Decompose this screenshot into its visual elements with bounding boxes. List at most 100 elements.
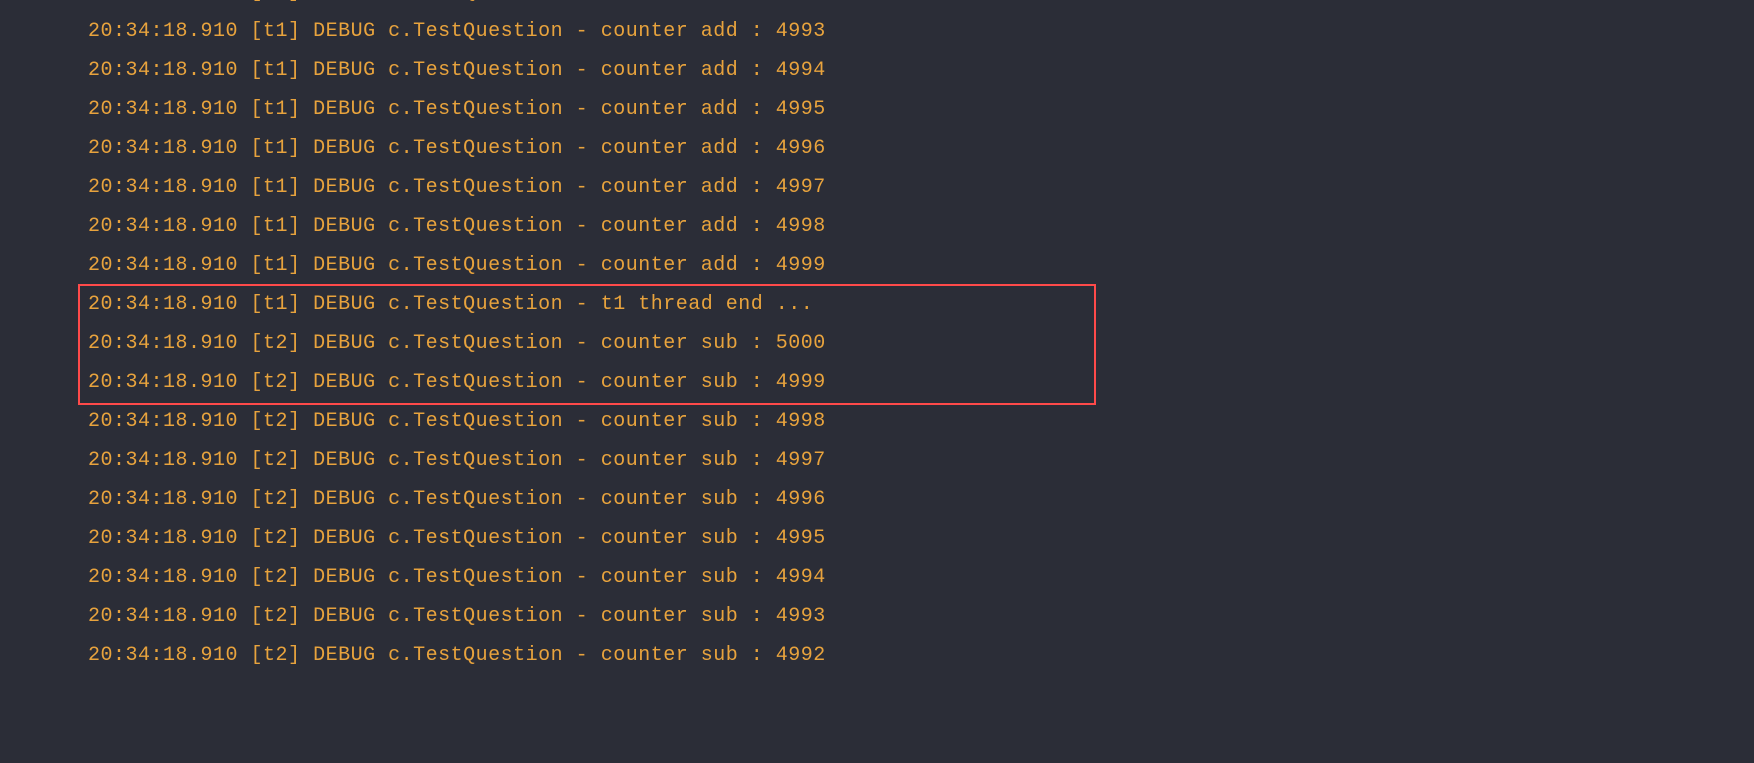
log-timestamp: 20:34:18.910 bbox=[88, 59, 238, 82]
log-level: DEBUG bbox=[313, 137, 376, 160]
log-timestamp: 20:34:18.910 bbox=[88, 0, 238, 4]
log-thread: [t1] bbox=[251, 59, 301, 82]
log-separator: - bbox=[576, 137, 589, 160]
log-separator: - bbox=[576, 371, 589, 394]
log-message: counter add : 4997 bbox=[601, 176, 826, 199]
log-thread: [t2] bbox=[251, 449, 301, 472]
log-logger: c.TestQuestion bbox=[388, 449, 563, 472]
log-line: 20:34:18.910 [t1] DEBUG c.TestQuestion -… bbox=[88, 129, 1754, 168]
log-thread: [t1] bbox=[251, 293, 301, 316]
log-timestamp: 20:34:18.910 bbox=[88, 527, 238, 550]
log-timestamp: 20:34:18.910 bbox=[88, 644, 238, 667]
log-line: 20:34:18.910 [t1] DEBUG c.TestQuestion -… bbox=[88, 207, 1754, 246]
log-logger: c.TestQuestion bbox=[388, 254, 563, 277]
log-logger: c.TestQuestion bbox=[388, 605, 563, 628]
log-thread: [t2] bbox=[251, 371, 301, 394]
log-message: counter add : 4999 bbox=[601, 254, 826, 277]
log-level: DEBUG bbox=[313, 293, 376, 316]
log-message: counter add : 4992 bbox=[601, 0, 826, 4]
log-level: DEBUG bbox=[313, 215, 376, 238]
log-separator: - bbox=[576, 410, 589, 433]
log-timestamp: 20:34:18.910 bbox=[88, 254, 238, 277]
log-line: 20:34:18.910 [t1] DEBUG c.TestQuestion -… bbox=[88, 0, 1754, 12]
log-logger: c.TestQuestion bbox=[388, 527, 563, 550]
log-timestamp: 20:34:18.910 bbox=[88, 20, 238, 43]
log-level: DEBUG bbox=[313, 176, 376, 199]
log-thread: [t2] bbox=[251, 332, 301, 355]
log-separator: - bbox=[576, 293, 589, 316]
log-separator: - bbox=[576, 176, 589, 199]
log-separator: - bbox=[576, 20, 589, 43]
log-level: DEBUG bbox=[313, 605, 376, 628]
log-level: DEBUG bbox=[313, 644, 376, 667]
log-message: counter sub : 4997 bbox=[601, 449, 826, 472]
log-logger: c.TestQuestion bbox=[388, 59, 563, 82]
log-message: counter add : 4995 bbox=[601, 98, 826, 121]
log-timestamp: 20:34:18.910 bbox=[88, 137, 238, 160]
log-line: 20:34:18.910 [t2] DEBUG c.TestQuestion -… bbox=[88, 636, 1754, 675]
console-output[interactable]: 20:34:18.910 [t1] DEBUG c.TestQuestion -… bbox=[0, 0, 1754, 675]
log-timestamp: 20:34:18.910 bbox=[88, 176, 238, 199]
log-timestamp: 20:34:18.910 bbox=[88, 605, 238, 628]
log-thread: [t1] bbox=[251, 215, 301, 238]
log-level: DEBUG bbox=[313, 332, 376, 355]
log-logger: c.TestQuestion bbox=[388, 293, 563, 316]
log-separator: - bbox=[576, 488, 589, 511]
log-separator: - bbox=[576, 98, 589, 121]
log-timestamp: 20:34:18.910 bbox=[88, 449, 238, 472]
log-thread: [t1] bbox=[251, 98, 301, 121]
log-level: DEBUG bbox=[313, 566, 376, 589]
log-logger: c.TestQuestion bbox=[388, 410, 563, 433]
log-logger: c.TestQuestion bbox=[388, 332, 563, 355]
log-line: 20:34:18.910 [t2] DEBUG c.TestQuestion -… bbox=[88, 480, 1754, 519]
log-line: 20:34:18.910 [t1] DEBUG c.TestQuestion -… bbox=[88, 90, 1754, 129]
log-message: counter sub : 4998 bbox=[601, 410, 826, 433]
log-message: counter sub : 4999 bbox=[601, 371, 826, 394]
log-thread: [t2] bbox=[251, 488, 301, 511]
log-line: 20:34:18.910 [t2] DEBUG c.TestQuestion -… bbox=[88, 324, 1754, 363]
log-separator: - bbox=[576, 254, 589, 277]
log-level: DEBUG bbox=[313, 254, 376, 277]
log-message: counter sub : 5000 bbox=[601, 332, 826, 355]
log-message: counter sub : 4992 bbox=[601, 644, 826, 667]
log-separator: - bbox=[576, 605, 589, 628]
log-separator: - bbox=[576, 215, 589, 238]
log-logger: c.TestQuestion bbox=[388, 371, 563, 394]
log-logger: c.TestQuestion bbox=[388, 566, 563, 589]
log-thread: [t1] bbox=[251, 20, 301, 43]
log-separator: - bbox=[576, 332, 589, 355]
log-message: counter sub : 4995 bbox=[601, 527, 826, 550]
log-level: DEBUG bbox=[313, 0, 376, 4]
log-level: DEBUG bbox=[313, 410, 376, 433]
log-thread: [t2] bbox=[251, 644, 301, 667]
log-thread: [t1] bbox=[251, 254, 301, 277]
log-logger: c.TestQuestion bbox=[388, 488, 563, 511]
log-level: DEBUG bbox=[313, 20, 376, 43]
log-thread: [t1] bbox=[251, 137, 301, 160]
log-line: 20:34:18.910 [t2] DEBUG c.TestQuestion -… bbox=[88, 519, 1754, 558]
log-timestamp: 20:34:18.910 bbox=[88, 98, 238, 121]
log-timestamp: 20:34:18.910 bbox=[88, 410, 238, 433]
log-thread: [t2] bbox=[251, 527, 301, 550]
log-timestamp: 20:34:18.910 bbox=[88, 566, 238, 589]
log-logger: c.TestQuestion bbox=[388, 644, 563, 667]
log-thread: [t2] bbox=[251, 605, 301, 628]
log-message: counter add : 4996 bbox=[601, 137, 826, 160]
log-logger: c.TestQuestion bbox=[388, 176, 563, 199]
log-message: counter add : 4994 bbox=[601, 59, 826, 82]
log-timestamp: 20:34:18.910 bbox=[88, 215, 238, 238]
log-message: counter sub : 4996 bbox=[601, 488, 826, 511]
log-timestamp: 20:34:18.910 bbox=[88, 293, 238, 316]
log-message: counter sub : 4993 bbox=[601, 605, 826, 628]
log-logger: c.TestQuestion bbox=[388, 0, 563, 4]
log-level: DEBUG bbox=[313, 527, 376, 550]
log-thread: [t2] bbox=[251, 566, 301, 589]
log-message: counter add : 4998 bbox=[601, 215, 826, 238]
log-line: 20:34:18.910 [t1] DEBUG c.TestQuestion -… bbox=[88, 285, 1754, 324]
log-level: DEBUG bbox=[313, 98, 376, 121]
log-timestamp: 20:34:18.910 bbox=[88, 332, 238, 355]
log-separator: - bbox=[576, 527, 589, 550]
log-line: 20:34:18.910 [t2] DEBUG c.TestQuestion -… bbox=[88, 558, 1754, 597]
log-thread: [t1] bbox=[251, 0, 301, 4]
log-line: 20:34:18.910 [t2] DEBUG c.TestQuestion -… bbox=[88, 363, 1754, 402]
